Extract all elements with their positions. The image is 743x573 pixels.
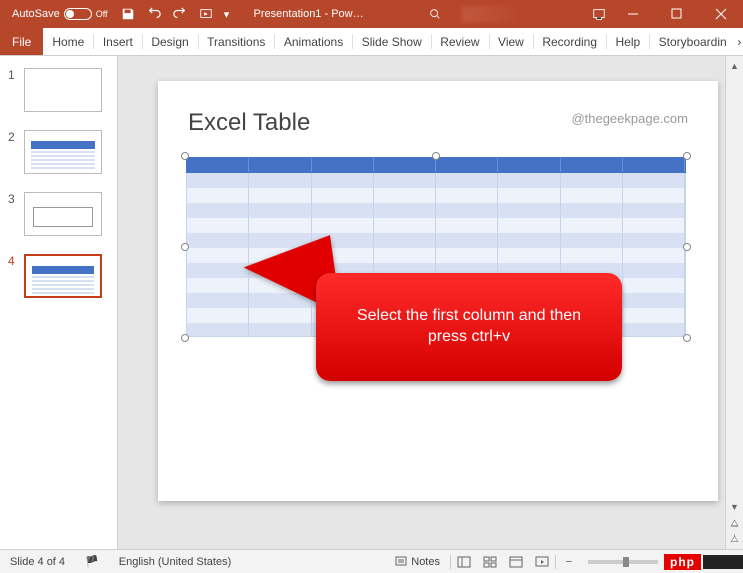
slide-thumbnail-4[interactable] <box>24 254 102 298</box>
autosave-state: Off <box>96 9 108 19</box>
selection-handle[interactable] <box>683 243 691 251</box>
minimize-button[interactable] <box>611 0 655 28</box>
tab-home[interactable]: Home <box>43 28 93 55</box>
tab-animations[interactable]: Animations <box>275 28 352 55</box>
ribbon-display-options-icon[interactable] <box>587 2 611 26</box>
normal-view-icon[interactable] <box>451 552 477 572</box>
document-title: Presentation1 - Pow… <box>254 8 364 20</box>
tab-file[interactable]: File <box>0 28 43 55</box>
tab-overflow-icon[interactable]: › <box>736 28 743 55</box>
title-center <box>364 6 587 22</box>
table-object[interactable]: Select the first column and then press c… <box>186 157 686 337</box>
maximize-button[interactable] <box>655 0 699 28</box>
status-bar: Slide 4 of 4 🏴 English (United States) N… <box>0 549 743 573</box>
selection-handle[interactable] <box>181 334 189 342</box>
vertical-scrollbar[interactable]: ▲ ▼ ⧋ ⧊ <box>725 56 743 549</box>
slide-title[interactable]: Excel Table <box>188 109 310 137</box>
autosave-switch[interactable] <box>64 8 92 20</box>
ribbon-tabs: File Home Insert Design Transitions Anim… <box>0 28 743 56</box>
quick-access-toolbar: AutoSave Off ▾ <box>0 2 234 26</box>
selection-handle[interactable] <box>181 152 189 160</box>
callout-annotation[interactable]: Select the first column and then press c… <box>316 273 622 381</box>
tab-design[interactable]: Design <box>142 28 197 55</box>
reading-view-icon[interactable] <box>503 552 529 572</box>
callout-text: Select the first column and then press c… <box>340 306 598 348</box>
badge-extension <box>703 555 743 569</box>
title-bar: AutoSave Off ▾ Presentation1 - Pow… <box>0 0 743 28</box>
autosave-toggle[interactable]: AutoSave Off <box>6 8 114 20</box>
tab-storyboarding[interactable]: Storyboardin <box>650 28 736 55</box>
scroll-up-icon[interactable]: ▲ <box>727 58 743 74</box>
work-area: 1 2 3 4 Excel Table @thegeekpage.com <box>0 56 743 549</box>
from-beginning-icon[interactable] <box>194 2 218 26</box>
save-icon[interactable] <box>116 2 140 26</box>
slide-thumbnail-3[interactable] <box>24 192 102 236</box>
tab-insert[interactable]: Insert <box>94 28 142 55</box>
slide-canvas-area[interactable]: Excel Table @thegeekpage.com Select the … <box>118 56 743 549</box>
qat-more-icon[interactable]: ▾ <box>220 2 234 26</box>
previous-slide-icon[interactable]: ⧋ <box>727 515 743 531</box>
tab-view[interactable]: View <box>489 28 533 55</box>
undo-icon[interactable] <box>142 2 166 26</box>
slide-thumbnail-1[interactable] <box>24 68 102 112</box>
slide-sorter-view-icon[interactable] <box>477 552 503 572</box>
autosave-label: AutoSave <box>12 8 60 20</box>
slide-canvas[interactable]: Excel Table @thegeekpage.com Select the … <box>158 81 718 501</box>
next-slide-icon[interactable]: ⧊ <box>727 531 743 547</box>
thumb-number: 2 <box>8 130 18 144</box>
spellcheck-icon[interactable]: 🏴 <box>75 555 109 568</box>
thumb-number: 1 <box>8 68 18 82</box>
scroll-down-icon[interactable]: ▼ <box>727 499 743 515</box>
slideshow-view-icon[interactable] <box>529 552 555 572</box>
close-button[interactable] <box>699 0 743 28</box>
tab-slide-show[interactable]: Slide Show <box>353 28 431 55</box>
selection-handle[interactable] <box>432 152 440 160</box>
redo-icon[interactable] <box>168 2 192 26</box>
tab-recording[interactable]: Recording <box>533 28 606 55</box>
notes-label: Notes <box>411 556 440 568</box>
tab-help[interactable]: Help <box>606 28 649 55</box>
notes-icon <box>395 556 407 568</box>
tab-transitions[interactable]: Transitions <box>198 28 274 55</box>
zoom-slider[interactable] <box>588 560 658 564</box>
slide-thumbnail-2[interactable] <box>24 130 102 174</box>
watermark-text: @thegeekpage.com <box>571 111 688 126</box>
account-indicator[interactable] <box>462 6 522 22</box>
language-indicator[interactable]: English (United States) <box>109 556 242 568</box>
thumb-number: 3 <box>8 192 18 206</box>
search-icon[interactable] <box>428 7 442 21</box>
notes-button[interactable]: Notes <box>385 556 450 568</box>
selection-handle[interactable] <box>683 152 691 160</box>
php-badge: php <box>664 554 701 570</box>
selection-handle[interactable] <box>683 334 691 342</box>
slide-thumbnails-pane[interactable]: 1 2 3 4 <box>0 56 118 549</box>
slide-counter[interactable]: Slide 4 of 4 <box>0 556 75 568</box>
selection-handle[interactable] <box>181 243 189 251</box>
zoom-out-button[interactable]: − <box>556 552 582 572</box>
window-controls <box>611 0 743 28</box>
thumb-number: 4 <box>8 254 18 268</box>
tab-review[interactable]: Review <box>431 28 488 55</box>
